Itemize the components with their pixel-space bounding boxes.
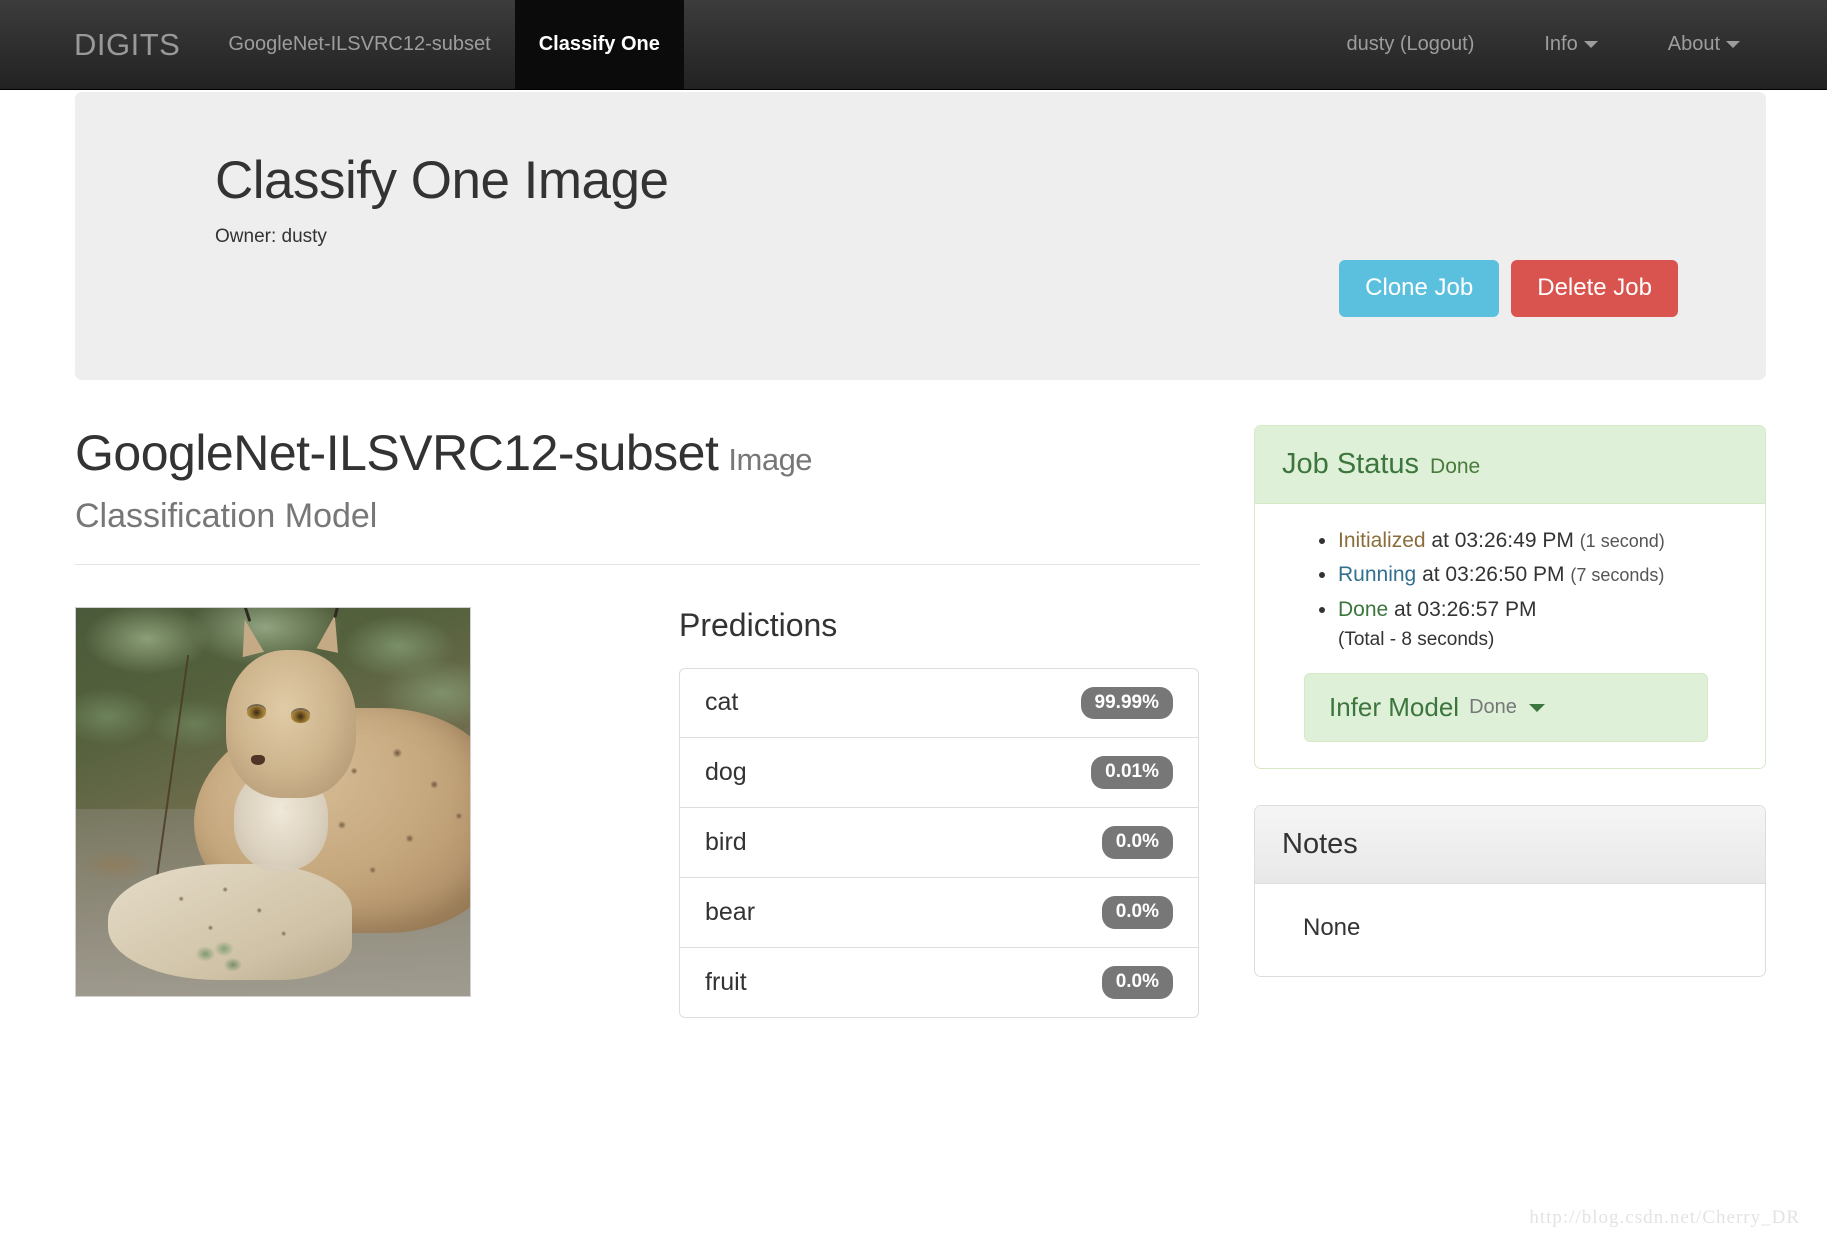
page-owner: Owner: dusty [215,226,327,248]
list-item: Running at 03:26:50 PM (7 seconds) [1338,560,1738,590]
classified-image [75,606,471,997]
top-navbar: DIGITS GoogleNet-ILSVRC12-subset Classif… [0,0,1827,90]
notes-panel-heading: Notes [1255,806,1765,885]
job-status-panel-body: Initialized at 03:26:49 PM (1 second) Ru… [1255,504,1765,768]
photo-ivy-leaves [194,939,247,980]
prediction-label: cat [705,688,739,717]
list-item: Initialized at 03:26:49 PM (1 second) [1338,526,1738,556]
classified-image-column [75,606,575,1018]
list-item: fruit 0.0% [680,948,1198,1017]
chevron-down-icon [1726,41,1740,48]
notes-title: Notes [1282,828,1358,861]
page-title: Classify One Image [215,151,669,210]
infer-model-subpanel[interactable]: Infer Model Done [1304,673,1708,743]
event-duration: (1 second) [1579,531,1665,551]
navbar-right-group: dusty (Logout) Info About [1312,0,1827,89]
list-item: dog 0.01% [680,738,1198,809]
event-state: Running [1338,563,1417,587]
navbar-left-group: DIGITS GoogleNet-ILSVRC12-subset Classif… [0,0,684,89]
nav-item-user-logout[interactable]: dusty (Logout) [1312,0,1510,89]
prediction-badge: 0.01% [1091,756,1173,790]
list-item: Done at 03:26:57 PM [1338,595,1738,625]
job-status-total: (Total - 8 seconds) [1338,629,1495,651]
predictions-column: Predictions cat 99.99% dog 0.01% bird 0.… [679,607,1199,1018]
prediction-badge: 0.0% [1101,966,1173,999]
nav-item-about[interactable]: About [1633,0,1775,89]
nav-item-classify-one[interactable]: Classify One [514,0,684,89]
prediction-badge: 99.99% [1080,686,1173,720]
predictions-heading: Predictions [679,606,838,643]
model-title: GoogleNet-ILSVRC12-subset Image [75,425,1200,483]
prediction-badge: 0.0% [1101,826,1173,860]
predictions-list: cat 99.99% dog 0.01% bird 0.0% bear 0.0%… [679,667,1199,1018]
watermark: http://blog.csdn.net/Cherry_DR [1529,1207,1800,1228]
delete-job-button[interactable]: Delete Job [1511,260,1678,317]
nav-item-info[interactable]: Info [1509,0,1632,89]
nav-item-info-label: Info [1544,33,1578,55]
job-status-badge: Done [1430,455,1481,478]
model-name: GoogleNet-ILSVRC12-subset [75,425,719,481]
event-time: at 03:26:49 PM [1431,529,1574,552]
brand-logo[interactable]: DIGITS [0,0,204,89]
prediction-label: bear [705,898,756,927]
model-subtitle: Classification Model [75,496,378,535]
infer-model-status: Done [1469,696,1517,719]
chevron-down-icon [1583,41,1598,48]
job-status-title-row: Job Status Done [1282,448,1738,481]
title-divider [75,563,1200,565]
main-content: GoogleNet-ILSVRC12-subset Image Classific… [75,425,1200,1018]
job-action-buttons: Clone Job Delete Job [1339,260,1678,317]
event-state: Initialized [1338,529,1426,552]
list-item: cat 99.99% [680,669,1198,739]
infer-model-title: Infer Model [1329,692,1460,723]
photo-lynx-head [225,650,356,798]
job-status-event-list: Initialized at 03:26:49 PM (1 second) Ru… [1282,526,1738,625]
list-item: bird 0.0% [680,808,1198,879]
prediction-badge: 0.0% [1101,896,1173,930]
nav-item-googlenet-ilsvrc12-subset[interactable]: GoogleNet-ILSVRC12-subset [204,0,514,89]
prediction-label: dog [705,758,747,787]
prediction-label: bird [705,828,747,857]
job-status-panel-heading: Job Status Done [1255,426,1765,504]
model-type-label: Image [728,442,813,477]
list-item: bear 0.0% [680,878,1198,949]
prediction-label: fruit [705,968,747,996]
event-state: Done [1338,597,1389,621]
event-duration: (7 seconds) [1570,565,1665,586]
job-status-title: Job Status [1282,448,1420,480]
notes-body: None [1303,914,1361,942]
notes-panel: Notes None [1254,805,1766,978]
caret-down-icon[interactable] [1528,703,1545,712]
job-status-panel: Job Status Done Initialized at 03:26:49 … [1254,425,1766,770]
clone-job-button[interactable]: Clone Job [1339,260,1500,317]
infer-model-title-row: Infer Model Done [1329,692,1683,723]
sidebar: Job Status Done Initialized at 03:26:49 … [1254,425,1766,1013]
event-time: at 03:26:57 PM [1394,597,1537,621]
page-header-jumbotron: Classify One Image Owner: dusty Clone Jo… [75,92,1766,380]
event-time: at 03:26:50 PM [1422,563,1565,587]
nav-item-about-label: About [1667,33,1720,55]
